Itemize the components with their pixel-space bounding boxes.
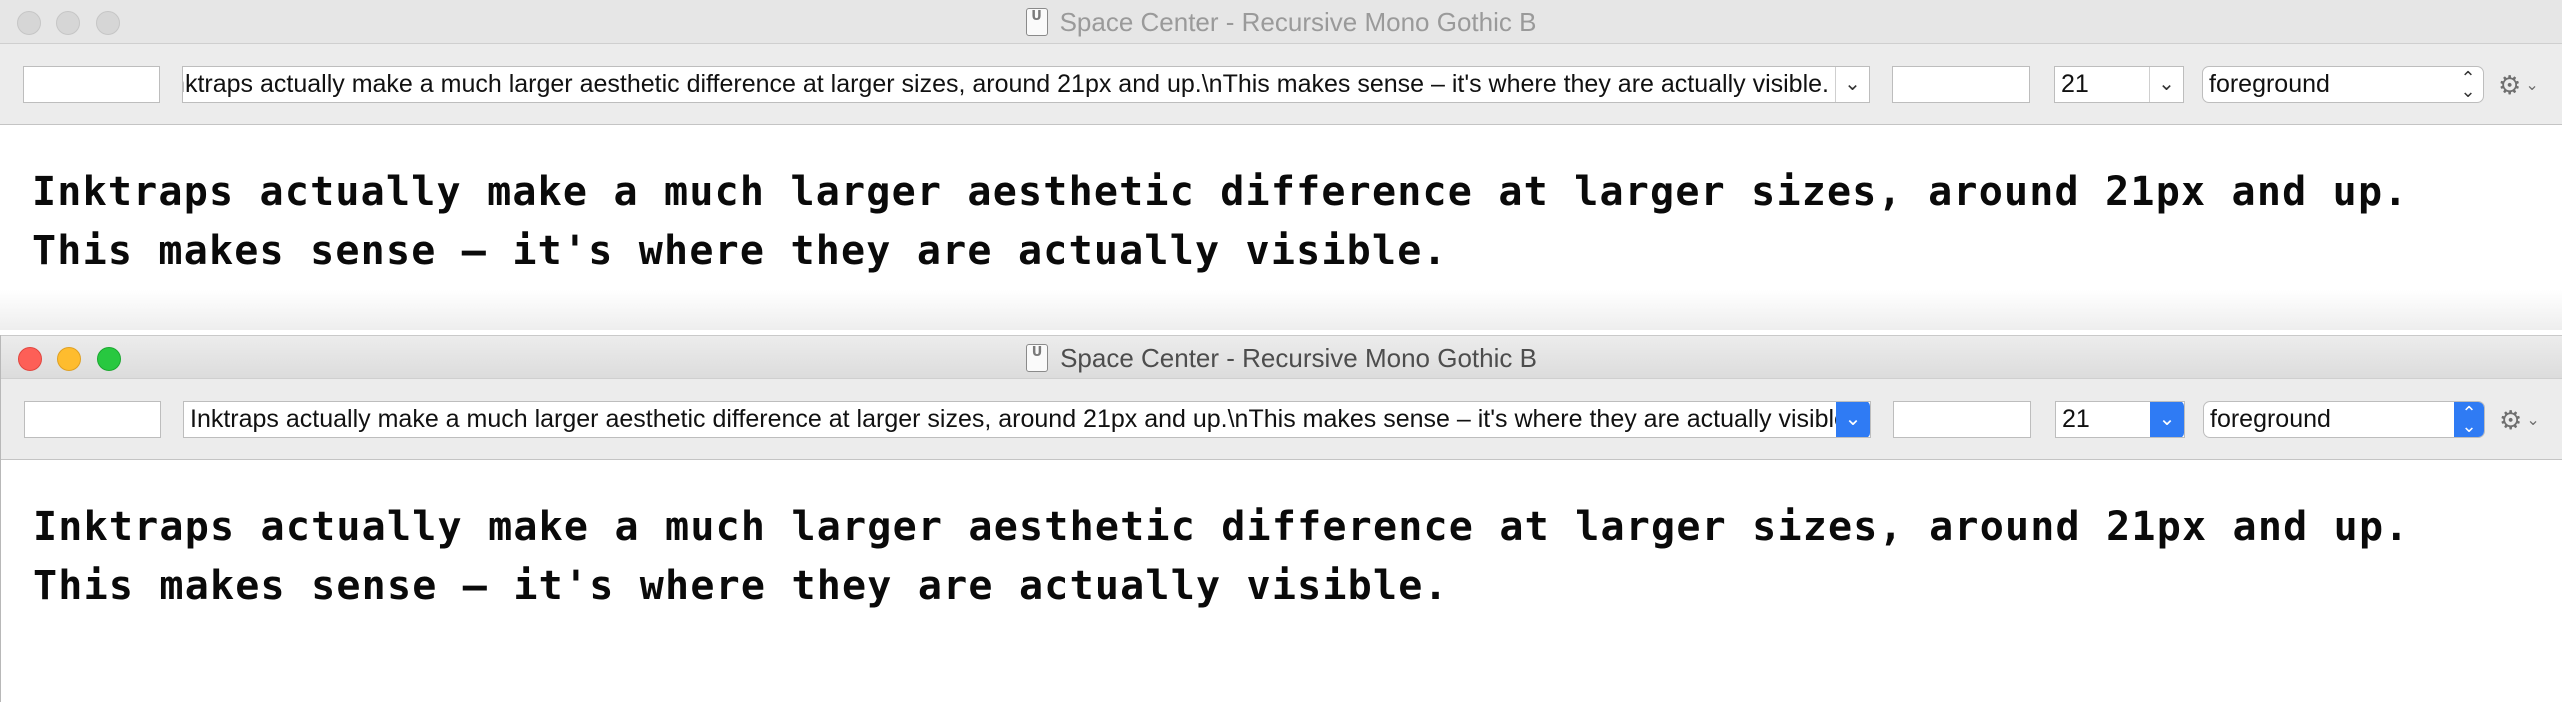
chevron-down-icon: ⌄ bbox=[2525, 77, 2539, 94]
sample-text-value: Inktraps actually make a much larger aes… bbox=[182, 70, 1829, 98]
point-size-value: 21 bbox=[2061, 70, 2089, 98]
glyph-before-input[interactable] bbox=[23, 66, 160, 103]
toolbar: Inktraps actually make a much larger aes… bbox=[0, 44, 2562, 125]
ufo-document-icon: U bbox=[1026, 344, 1049, 372]
preview-line: Inktraps actually make a much larger aes… bbox=[33, 504, 2410, 550]
chevron-down-icon[interactable]: ⌄ bbox=[1835, 67, 1869, 102]
preview-line: Inktraps actually make a much larger aes… bbox=[32, 169, 2409, 215]
up-down-arrows-icon[interactable]: ⌃ ⌄ bbox=[2453, 67, 2483, 102]
glyph-preview[interactable]: Inktraps actually make a much larger aes… bbox=[0, 125, 2562, 281]
toolbar: Inktraps actually make a much larger aes… bbox=[1, 379, 2562, 460]
window-title: Space Center - Recursive Mono Gothic B bbox=[1059, 6, 1537, 37]
glyph-after-input[interactable] bbox=[1892, 66, 2030, 103]
preview-line: This makes sense – it's where they are a… bbox=[33, 563, 1449, 609]
point-size-combo[interactable]: 21 ⌄ bbox=[2054, 66, 2184, 103]
glyph-after-input[interactable] bbox=[1893, 401, 2031, 438]
sample-text-combo[interactable]: Inktraps actually make a much larger aes… bbox=[183, 401, 1871, 438]
layer-value: foreground bbox=[2209, 70, 2330, 98]
layer-value: foreground bbox=[2210, 405, 2331, 433]
glyph-before-input[interactable] bbox=[24, 401, 161, 438]
chevron-down-icon[interactable]: ⌄ bbox=[2149, 67, 2183, 102]
point-size-combo[interactable]: 21 ⌄ bbox=[2055, 401, 2185, 438]
settings-menu-button[interactable]: ⚙ ⌄ bbox=[2498, 68, 2539, 102]
settings-menu-button[interactable]: ⚙ ⌄ bbox=[2499, 403, 2540, 437]
layer-select[interactable]: foreground ⌃ ⌄ bbox=[2202, 66, 2484, 103]
point-size-value: 21 bbox=[2062, 405, 2090, 433]
sample-text-value: Inktraps actually make a much larger aes… bbox=[190, 405, 1855, 433]
space-center-window-active: U Space Center - Recursive Mono Gothic B… bbox=[0, 335, 2562, 702]
title-bar[interactable]: U Space Center - Recursive Mono Gothic B bbox=[0, 0, 2562, 44]
chevron-down-icon[interactable]: ⌄ bbox=[1836, 402, 1870, 437]
window-title: Space Center - Recursive Mono Gothic B bbox=[1060, 342, 1537, 373]
glyph-preview[interactable]: Inktraps actually make a much larger aes… bbox=[1, 460, 2562, 616]
up-down-arrows-icon[interactable]: ⌃ ⌄ bbox=[2454, 402, 2484, 437]
space-center-window-inactive: U Space Center - Recursive Mono Gothic B… bbox=[0, 0, 2562, 330]
sample-text-combo[interactable]: Inktraps actually make a much larger aes… bbox=[182, 66, 1870, 103]
chevron-down-icon: ⌄ bbox=[2526, 412, 2540, 429]
gear-icon: ⚙ bbox=[2498, 69, 2522, 100]
ufo-document-icon: U bbox=[1025, 8, 1048, 36]
chevron-down-icon[interactable]: ⌄ bbox=[2150, 402, 2184, 437]
layer-select[interactable]: foreground ⌃ ⌄ bbox=[2203, 401, 2485, 438]
title-bar[interactable]: U Space Center - Recursive Mono Gothic B bbox=[1, 335, 2562, 379]
gear-icon: ⚙ bbox=[2499, 404, 2523, 435]
preview-line: This makes sense – it's where they are a… bbox=[32, 228, 1448, 274]
